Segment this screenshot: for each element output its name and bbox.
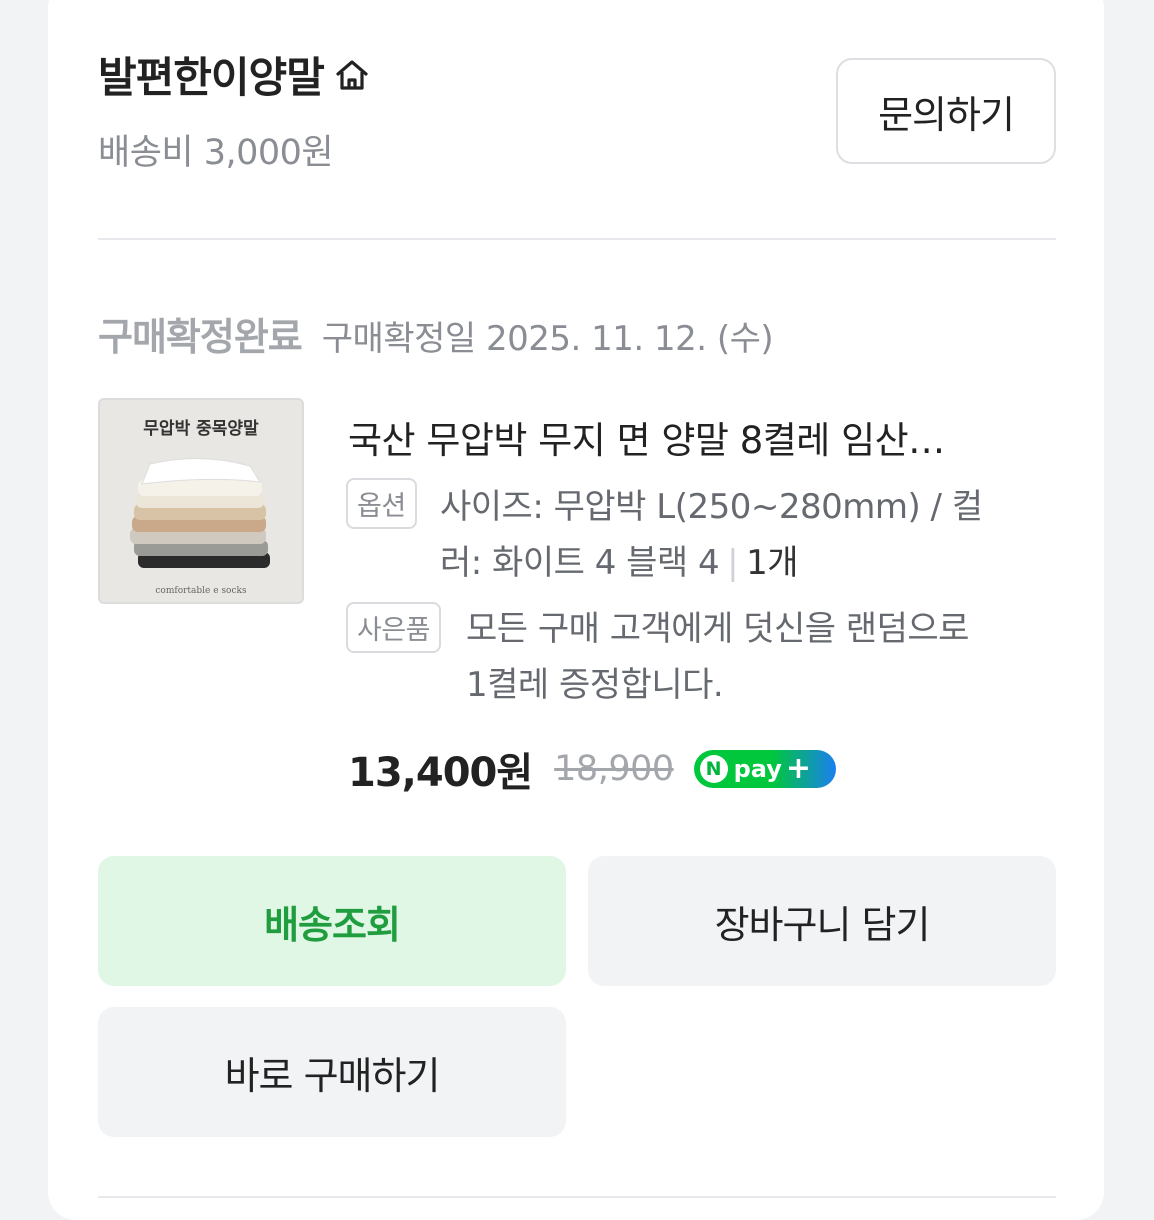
option-badge: 옵션	[346, 478, 417, 529]
product-thumbnail[interactable]: 무압박 중목양말 comfortable e socks	[98, 398, 304, 604]
buy-now-button[interactable]: 바로 구매하기	[98, 1007, 566, 1137]
socks-stack-image	[130, 457, 270, 568]
confirm-date: 구매확정일 2025. 11. 12. (수)	[321, 319, 774, 359]
shipping-fee: 배송비 3,000원	[98, 133, 334, 173]
order-status-row: 구매확정완료 구매확정일 2025. 11. 12. (수)	[98, 306, 774, 361]
bottom-divider	[98, 1196, 1056, 1198]
inquiry-button[interactable]: 문의하기	[836, 58, 1056, 164]
plus-icon: +	[785, 751, 812, 786]
store-header[interactable]: 발편한이양말	[98, 44, 372, 105]
gift-badge: 사은품	[346, 602, 442, 653]
gift-line-1: 모든 구매 고객에게 덧신을 랜덤으로	[466, 609, 969, 649]
gift-line-2: 1켤레 증정합니다.	[466, 665, 724, 705]
original-price: 18,900	[554, 749, 674, 789]
add-to-cart-button[interactable]: 장바구니 담기	[588, 856, 1056, 986]
track-delivery-button[interactable]: 배송조회	[98, 856, 566, 986]
product-title[interactable]: 국산 무압박 무지 면 양말 8켤레 임산…	[348, 410, 1058, 464]
npay-label: pay	[733, 755, 782, 783]
npay-n-icon: N	[699, 755, 728, 783]
option-line-1: 사이즈: 무압박 L(250~280mm) / 컬	[440, 487, 983, 527]
sale-price: 13,400원	[348, 750, 533, 796]
option-line-2-text: 러: 화이트 4 블랙 4	[440, 543, 720, 583]
order-status: 구매확정완료	[98, 315, 303, 359]
divider	[98, 238, 1056, 240]
quantity: 1개	[746, 543, 799, 583]
option-text: 사이즈: 무압박 L(250~280mm) / 컬 러: 화이트 4 블랙 4 |…	[440, 479, 1060, 591]
npay-plus-badge: N pay +	[693, 750, 836, 788]
separator: |	[727, 543, 739, 583]
thumbnail-caption: comfortable e socks	[155, 586, 247, 596]
gift-text: 모든 구매 고객에게 덧신을 랜덤으로 1켤레 증정합니다.	[466, 601, 1060, 713]
store-name[interactable]: 발편한이양말	[98, 44, 325, 105]
price-row: 13,400원 18,900 N pay +	[348, 740, 836, 798]
home-icon[interactable]	[332, 55, 372, 95]
option-line-2: 러: 화이트 4 블랙 4 | 1개	[440, 535, 1060, 591]
